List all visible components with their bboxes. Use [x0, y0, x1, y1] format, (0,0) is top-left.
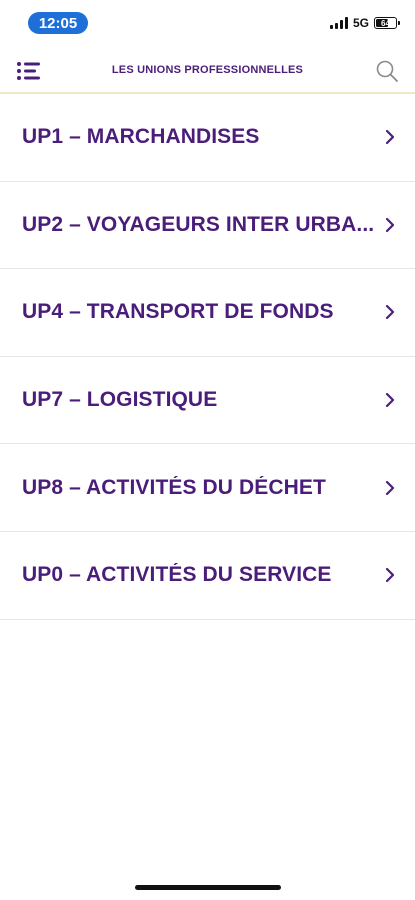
status-time[interactable]: 12:05: [28, 12, 88, 34]
search-icon[interactable]: [375, 59, 399, 83]
list-item-up0[interactable]: UP0 – ACTIVITÉS DU SERVICE: [0, 532, 415, 620]
list-item-up7[interactable]: UP7 – LOGISTIQUE: [0, 357, 415, 445]
list-item-label: UP1 – MARCHANDISES: [22, 125, 260, 149]
network-type: 5G: [352, 16, 369, 30]
menu-list-icon[interactable]: [16, 61, 42, 81]
status-indicators: 5G 64: [329, 16, 400, 30]
list-item-label: UP8 – ACTIVITÉS DU DÉCHET: [22, 475, 326, 499]
list-item-up1[interactable]: UP1 – MARCHANDISES: [0, 94, 415, 182]
list-item-up8[interactable]: UP8 – ACTIVITÉS DU DÉCHET: [0, 444, 415, 532]
list-item-up2[interactable]: UP2 – VOYAGEURS INTER URBA...: [0, 182, 415, 270]
chevron-right-icon: [385, 217, 395, 232]
unions-list: UP1 – MARCHANDISES UP2 – VOYAGEURS INTER…: [0, 94, 415, 620]
battery-icon: 64: [374, 17, 400, 29]
battery-cap: [398, 21, 400, 25]
page-title: LES UNIONS PROFESSIONNELLES: [111, 64, 304, 76]
battery-level: 64: [381, 18, 390, 28]
home-indicator[interactable]: [135, 885, 281, 890]
chevron-right-icon: [385, 480, 395, 495]
list-item-label: UP4 – TRANSPORT DE FONDS: [22, 300, 334, 324]
list-item-label: UP0 – ACTIVITÉS DU SERVICE: [22, 563, 332, 587]
cellular-signal-icon: [329, 17, 348, 29]
chevron-right-icon: [385, 392, 395, 408]
chevron-right-icon: [385, 130, 395, 145]
list-item-up4[interactable]: UP4 – TRANSPORT DE FONDS: [0, 269, 415, 357]
chevron-right-icon: [385, 305, 395, 320]
chevron-right-icon: [385, 568, 395, 583]
list-item-label: UP7 – LOGISTIQUE: [22, 388, 218, 412]
status-bar: 12:05 5G 64: [0, 0, 415, 44]
list-item-label: UP2 – VOYAGEURS INTER URBA...: [22, 212, 375, 236]
app-screen: 12:05 5G 64 LES UNIONS PROFESSIONNELLES …: [0, 0, 415, 900]
app-header: LES UNIONS PROFESSIONNELLES: [0, 48, 415, 94]
